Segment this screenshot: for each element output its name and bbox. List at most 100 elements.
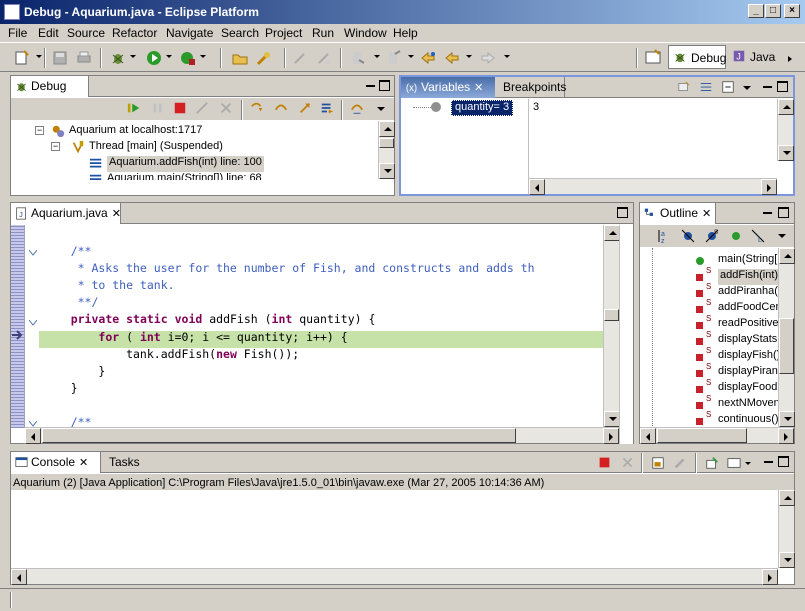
menu-file[interactable]: File <box>8 26 27 40</box>
resume-icon[interactable] <box>127 101 141 115</box>
vertical-ruler[interactable] <box>11 225 25 428</box>
forward-icon[interactable] <box>480 50 496 66</box>
view-menu-icon[interactable] <box>778 234 786 238</box>
editor-horizontal-scrollbar[interactable] <box>25 427 619 444</box>
minimize-window-button[interactable]: _ <box>748 4 764 18</box>
back-icon[interactable] <box>444 50 460 66</box>
close-icon[interactable]: ✕ <box>79 457 88 469</box>
remove-terminated-icon[interactable] <box>219 101 233 115</box>
outline-item[interactable]: continuous() <box>718 413 779 428</box>
collapse-all-icon[interactable] <box>721 80 735 94</box>
maximize-window-button[interactable]: □ <box>765 4 781 18</box>
scroll-lock-icon[interactable] <box>651 456 665 470</box>
maximize-view-button[interactable] <box>777 81 788 92</box>
step-return-icon[interactable] <box>297 101 313 115</box>
tab-breakpoints[interactable]: Breakpoints <box>497 77 566 98</box>
open-type-icon[interactable] <box>232 50 248 66</box>
remove-launch-icon[interactable] <box>621 456 634 469</box>
tree-item-frame-selected[interactable]: Aquarium.addFish(int) line: 100 <box>107 156 264 172</box>
open-perspective-icon[interactable] <box>645 49 661 65</box>
menu-search[interactable]: Search <box>221 26 259 40</box>
step-over-icon[interactable] <box>273 101 289 115</box>
minimize-view-button[interactable] <box>763 456 774 467</box>
new-icon[interactable] <box>14 50 30 66</box>
collapse-toggle[interactable]: − <box>51 142 60 151</box>
print-icon[interactable] <box>76 50 92 66</box>
variable-quantity[interactable]: quantity= 3 <box>451 100 514 116</box>
hide-fields-icon[interactable] <box>680 228 696 244</box>
show-logical-structure-icon[interactable] <box>699 80 713 94</box>
console-horizontal-scrollbar[interactable] <box>11 568 778 585</box>
java-perspective-button[interactable]: J Java <box>728 45 780 69</box>
hide-static-icon[interactable]: S <box>704 228 720 244</box>
external-tools-icon[interactable] <box>180 50 196 66</box>
tree-item-thread[interactable]: Thread [main] (Suspended) <box>89 140 223 156</box>
close-icon[interactable]: ✕ <box>702 208 711 220</box>
outline-item[interactable]: addPiranha(i <box>718 285 779 301</box>
menu-help[interactable]: Help <box>393 26 418 40</box>
edit-icon[interactable] <box>316 50 332 66</box>
suspend-icon[interactable] <box>151 101 165 115</box>
outline-item-selected[interactable]: addFish(int) <box>718 269 779 285</box>
menu-refactor[interactable]: Refactor <box>112 26 157 40</box>
code-area[interactable]: /** * Asks the user for the number of Fi… <box>39 225 604 428</box>
maximize-view-button[interactable] <box>778 207 789 218</box>
outline-item[interactable]: nextNMoven <box>718 397 779 413</box>
collapse-toggle[interactable]: − <box>35 126 44 135</box>
console-output[interactable] <box>11 490 778 568</box>
prev-annotation-icon[interactable] <box>386 50 402 66</box>
outline-item[interactable]: displayPiranh <box>718 365 779 381</box>
menu-navigate[interactable]: Navigate <box>166 26 213 40</box>
variables-detail-scrollbar[interactable] <box>777 99 794 161</box>
tree-item-frame[interactable]: Aquarium.main(String[]) line: 68 <box>107 172 262 180</box>
editor-vertical-scrollbar[interactable] <box>603 225 620 428</box>
outline-item[interactable]: displayFood( <box>718 381 779 397</box>
close-icon[interactable]: ✕ <box>474 82 483 94</box>
use-step-filters-icon[interactable] <box>349 101 365 115</box>
terminate-icon[interactable] <box>173 101 187 115</box>
outline-item[interactable]: main(String[ <box>718 253 777 269</box>
outline-item[interactable]: addFoodCen <box>718 301 779 317</box>
fold-icon[interactable] <box>28 418 38 427</box>
menu-source[interactable]: Source <box>67 26 105 40</box>
tab-debug[interactable]: Debug <box>11 76 89 97</box>
outline-horizontal-scrollbar[interactable] <box>640 427 794 444</box>
display-selected-console-icon[interactable] <box>727 456 741 470</box>
step-into-icon[interactable] <box>249 101 265 115</box>
menu-edit[interactable]: Edit <box>38 26 59 40</box>
disconnect-icon[interactable] <box>195 101 209 115</box>
minimize-view-button[interactable] <box>365 80 376 91</box>
terminate-icon[interactable] <box>598 456 611 469</box>
menu-window[interactable]: Window <box>344 26 387 40</box>
tab-aquarium-java[interactable]: J Aquarium.java ✕ <box>11 203 121 224</box>
save-icon[interactable] <box>52 50 68 66</box>
fold-icon[interactable] <box>28 317 38 326</box>
clear-console-icon[interactable] <box>673 456 687 470</box>
tab-tasks[interactable]: Tasks <box>103 452 153 473</box>
debug-vertical-scrollbar[interactable] <box>378 121 395 179</box>
pen-icon[interactable] <box>292 50 308 66</box>
close-window-button[interactable]: × <box>784 4 800 18</box>
show-type-names-icon[interactable] <box>677 80 691 94</box>
maximize-view-button[interactable] <box>379 80 390 91</box>
minimize-view-button[interactable] <box>762 81 773 92</box>
outline-item[interactable]: displayStats <box>718 333 777 349</box>
sort-icon[interactable]: az <box>656 228 672 244</box>
close-icon[interactable]: ✕ <box>112 208 121 220</box>
view-menu-icon[interactable] <box>743 86 751 90</box>
outline-item[interactable]: displayFish() <box>718 349 779 365</box>
search-icon[interactable] <box>256 50 272 66</box>
menu-run[interactable]: Run <box>312 26 334 40</box>
hide-nonpublic-icon[interactable] <box>728 228 744 244</box>
minimize-view-button[interactable] <box>762 207 773 218</box>
debug-perspective-button[interactable]: Debug <box>668 45 726 69</box>
tab-variables[interactable]: (x) Variables ✕ <box>401 77 495 98</box>
run-icon[interactable] <box>146 50 162 66</box>
maximize-editor-button[interactable] <box>617 207 628 218</box>
fold-icon[interactable] <box>28 247 38 256</box>
maximize-view-button[interactable] <box>778 456 789 467</box>
overview-ruler[interactable] <box>619 225 633 444</box>
last-edit-location-icon[interactable] <box>420 50 436 66</box>
console-vertical-scrollbar[interactable] <box>778 490 795 568</box>
variables-horizontal-scrollbar[interactable] <box>529 178 777 195</box>
